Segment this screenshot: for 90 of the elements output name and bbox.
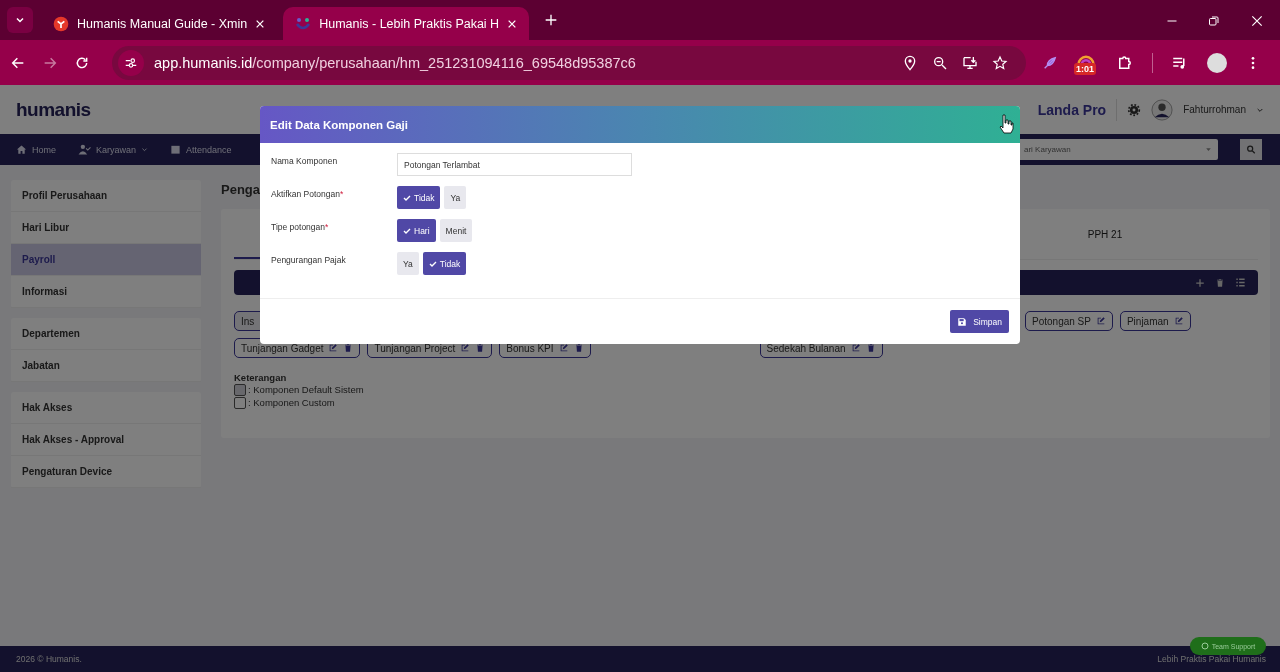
location-pin-icon xyxy=(902,54,918,71)
nav-item[interactable]: Home xyxy=(16,144,56,155)
sidebar-item[interactable]: Pengaturan Device xyxy=(11,456,201,488)
feather-icon xyxy=(1042,54,1058,71)
component-chip[interactable]: Potongan SP xyxy=(1025,311,1113,331)
extension-button[interactable]: 1:01 xyxy=(1076,50,1098,75)
caret-icon xyxy=(141,146,149,153)
close-tab-icon xyxy=(507,18,518,29)
edit-icon xyxy=(328,343,339,353)
option-button[interactable]: Ya xyxy=(397,252,419,275)
trash-icon xyxy=(865,343,876,353)
sidebar-item[interactable]: Payroll xyxy=(11,244,201,276)
edit-icon xyxy=(850,343,861,353)
sidebar-item[interactable]: Hak Akses xyxy=(11,392,201,424)
profile-avatar[interactable] xyxy=(1207,52,1227,73)
edit-icon xyxy=(460,343,471,353)
field-label: Aktifkan Potongan* xyxy=(271,188,345,199)
logo[interactable]: humanis xyxy=(16,98,91,121)
user-name[interactable]: Fahturrohman xyxy=(1183,104,1246,115)
legend-swatch xyxy=(234,383,246,396)
edit-icon xyxy=(1173,316,1184,326)
add-button[interactable] xyxy=(1195,277,1205,288)
edit-icon xyxy=(558,343,569,353)
nav-item[interactable]: Attendance xyxy=(170,144,232,155)
list-button[interactable] xyxy=(1235,277,1246,288)
sidebar-item[interactable]: Profil Perusahaan xyxy=(11,180,201,212)
zoom-out-icon xyxy=(932,54,948,71)
plan-name: Landa Pro xyxy=(1037,101,1107,118)
search-button[interactable] xyxy=(1240,139,1262,160)
address-bar[interactable]: app.humanis.id/company/perusahaan/hm_251231094116_69548d95387c6 xyxy=(112,45,1026,80)
legend-title: Keterangan xyxy=(234,372,288,383)
calendar-icon xyxy=(170,144,182,155)
user-check-icon xyxy=(78,143,91,156)
check-icon xyxy=(403,193,411,202)
legend-swatch xyxy=(234,396,246,409)
legend-label: : Komponen Default Sistem xyxy=(248,384,364,395)
component-chip[interactable]: Pinjaman xyxy=(1119,311,1191,331)
timer-badge: 1:01 xyxy=(1074,62,1096,75)
delete-button[interactable] xyxy=(1215,277,1225,288)
sliders-icon xyxy=(124,55,138,70)
close-tab-icon xyxy=(255,18,266,29)
browser-tab[interactable]: Humanis Manual Guide - Xmin xyxy=(41,7,278,40)
input-field[interactable]: Potongan Terlambat xyxy=(397,153,632,176)
trash-icon xyxy=(573,343,584,353)
sidebar-item[interactable]: Departemen xyxy=(11,318,201,350)
footer-tagline: Lebih Praktis Pakai Humanis xyxy=(1157,654,1266,664)
close-icon xyxy=(1250,14,1264,28)
plus-icon xyxy=(1195,277,1205,288)
logo-icon xyxy=(295,15,312,32)
url-text: app.humanis.id/company/perusahaan/hm_251231094116_69548d95387c6 xyxy=(154,54,637,71)
list-icon xyxy=(1235,277,1246,288)
save-icon xyxy=(957,316,968,327)
legend-label: : Komponen Custom xyxy=(248,397,335,408)
home-icon xyxy=(16,144,27,155)
copyright-text: 2026 © Humanis. xyxy=(16,654,82,664)
edit-icon xyxy=(1095,316,1106,326)
trash-icon xyxy=(1215,277,1225,288)
chat-icon xyxy=(1200,642,1209,650)
tab[interactable]: PPH 21 xyxy=(1050,209,1160,259)
restore-icon xyxy=(1208,15,1220,27)
sidebar-item[interactable]: Jabatan xyxy=(11,350,201,382)
field-label: Tipe potongan* xyxy=(271,221,330,232)
trash-icon xyxy=(343,343,354,353)
field-label: Nama Komponen xyxy=(271,155,339,166)
caret-icon xyxy=(1205,146,1212,153)
option-button[interactable]: Hari xyxy=(397,219,436,242)
option-button[interactable]: Ya xyxy=(444,186,467,209)
hand-cursor-icon xyxy=(998,114,1014,134)
settings-icon xyxy=(1127,102,1142,117)
puzzle-icon xyxy=(1116,53,1134,72)
field-label: Pengurangan Pajak xyxy=(271,254,347,265)
check-icon xyxy=(403,226,411,235)
option-button[interactable]: Menit xyxy=(439,219,473,242)
nav-item[interactable]: Karyawan xyxy=(78,143,149,156)
save-button[interactable]: Simpan xyxy=(950,310,1009,333)
logo-icon xyxy=(53,15,69,32)
sidebar-item[interactable]: Informasi xyxy=(11,276,201,308)
browser-tab[interactable]: Humanis - Lebih Praktis Pakai H xyxy=(283,7,530,40)
star-icon xyxy=(992,54,1008,71)
search-icon xyxy=(1246,144,1256,155)
install-app-icon xyxy=(962,54,978,71)
trash-icon xyxy=(475,343,486,353)
sidebar-item[interactable]: Hak Akses - Approval xyxy=(11,424,201,456)
user-avatar-icon xyxy=(1151,98,1174,121)
page-title: Penga xyxy=(221,181,260,199)
check-icon xyxy=(428,259,437,268)
option-button[interactable]: Tidak xyxy=(397,186,441,209)
dialog-title: Edit Data Komponen Gaji xyxy=(260,106,1020,143)
site-info-icon[interactable] xyxy=(118,49,144,76)
option-button[interactable]: Tidak xyxy=(422,252,467,275)
